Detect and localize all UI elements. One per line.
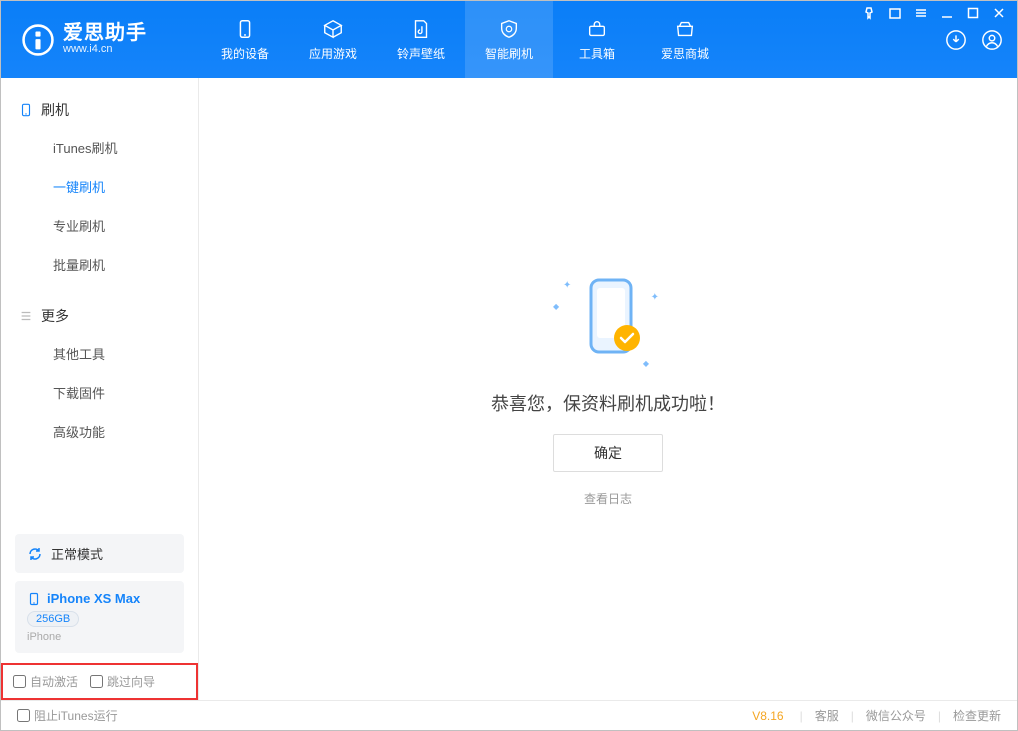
device-box[interactable]: iPhone XS Max 256GB iPhone	[15, 581, 184, 653]
download-button[interactable]	[943, 27, 969, 53]
nav-store[interactable]: 爱思商城	[641, 1, 729, 78]
top-nav: 我的设备 应用游戏 铃声壁纸 智能刷机 工具箱 爱思商城	[201, 1, 729, 78]
success-illustration: ✦ ◆ ✦ ◆	[553, 272, 663, 372]
nav-ringtones-wallpapers[interactable]: 铃声壁纸	[377, 1, 465, 78]
skin-icon[interactable]	[887, 5, 903, 21]
device-capacity: 256GB	[27, 611, 79, 627]
ok-button[interactable]: 确定	[553, 434, 663, 472]
device-icon	[27, 592, 41, 606]
nav-label: 智能刷机	[485, 45, 533, 62]
menu-icon[interactable]	[913, 5, 929, 21]
sidebar-item-download-firmware[interactable]: 下载固件	[1, 373, 198, 412]
nav-label: 爱思商城	[661, 45, 709, 62]
device-type: iPhone	[27, 631, 172, 643]
nav-my-device[interactable]: 我的设备	[201, 1, 289, 78]
sidebar-group-title: 刷机	[41, 100, 69, 120]
store-icon	[674, 18, 696, 40]
footer: 阻止iTunes运行 V8.16 | 客服 | 微信公众号 | 检查更新	[1, 700, 1017, 730]
version-label: V8.16	[752, 709, 783, 723]
block-itunes-checkbox[interactable]: 阻止iTunes运行	[17, 707, 118, 724]
list-icon	[19, 309, 33, 323]
sidebar-group-flash: 刷机	[1, 92, 198, 128]
music-file-icon	[410, 18, 432, 40]
phone-icon	[19, 103, 33, 117]
refresh-icon	[27, 546, 43, 562]
skip-guide-checkbox[interactable]: 跳过向导	[90, 673, 155, 690]
app-url: www.i4.cn	[63, 44, 147, 56]
skip-guide-label: 跳过向导	[107, 673, 155, 690]
nav-smart-flash[interactable]: 智能刷机	[465, 1, 553, 78]
nav-toolbox[interactable]: 工具箱	[553, 1, 641, 78]
block-itunes-label: 阻止iTunes运行	[34, 707, 118, 724]
main-content: ✦ ◆ ✦ ◆ 恭喜您，保资料刷机成功啦！ 确定 查看日志	[199, 78, 1017, 700]
auto-activate-label: 自动激活	[30, 673, 78, 690]
app-logo: 爱思助手 www.i4.cn	[1, 1, 201, 78]
pin-icon[interactable]	[861, 5, 877, 21]
mode-label: 正常模式	[51, 544, 103, 563]
sidebar-item-advanced[interactable]: 高级功能	[1, 412, 198, 451]
nav-label: 应用游戏	[309, 45, 357, 62]
success-message: 恭喜您，保资料刷机成功啦！	[491, 390, 725, 416]
logo-icon	[21, 23, 55, 57]
sidebar-bottom-options: 自动激活 跳过向导	[1, 663, 198, 700]
sidebar-item-onekey-flash[interactable]: 一键刷机	[1, 167, 198, 206]
sidebar-item-itunes-flash[interactable]: iTunes刷机	[1, 128, 198, 167]
cube-icon	[322, 18, 344, 40]
support-link[interactable]: 客服	[815, 707, 839, 724]
nav-label: 工具箱	[579, 45, 615, 62]
maximize-button[interactable]	[965, 5, 981, 21]
wechat-link[interactable]: 微信公众号	[866, 707, 926, 724]
close-button[interactable]	[991, 5, 1007, 21]
view-log-link[interactable]: 查看日志	[584, 490, 632, 507]
check-update-link[interactable]: 检查更新	[953, 707, 1001, 724]
sidebar-item-batch-flash[interactable]: 批量刷机	[1, 245, 198, 284]
toolbox-icon	[586, 18, 608, 40]
device-icon	[234, 18, 256, 40]
nav-label: 铃声壁纸	[397, 45, 445, 62]
shield-refresh-icon	[498, 18, 520, 40]
sidebar-group-more: 更多	[1, 298, 198, 334]
auto-activate-checkbox[interactable]: 自动激活	[13, 673, 78, 690]
minimize-button[interactable]	[939, 5, 955, 21]
nav-label: 我的设备	[221, 45, 269, 62]
app-header: 爱思助手 www.i4.cn 我的设备 应用游戏 铃声壁纸 智能刷机 工具箱 爱…	[1, 1, 1017, 78]
window-controls	[861, 5, 1007, 21]
sidebar-item-other-tools[interactable]: 其他工具	[1, 334, 198, 373]
nav-apps-games[interactable]: 应用游戏	[289, 1, 377, 78]
app-name: 爱思助手	[63, 23, 147, 44]
sidebar-item-pro-flash[interactable]: 专业刷机	[1, 206, 198, 245]
sidebar-group-title: 更多	[41, 306, 69, 326]
sidebar: 刷机 iTunes刷机 一键刷机 专业刷机 批量刷机 更多 其他工具 下载固件 …	[1, 78, 199, 700]
device-name: iPhone XS Max	[47, 591, 140, 606]
account-button[interactable]	[979, 27, 1005, 53]
mode-box[interactable]: 正常模式	[15, 534, 184, 573]
